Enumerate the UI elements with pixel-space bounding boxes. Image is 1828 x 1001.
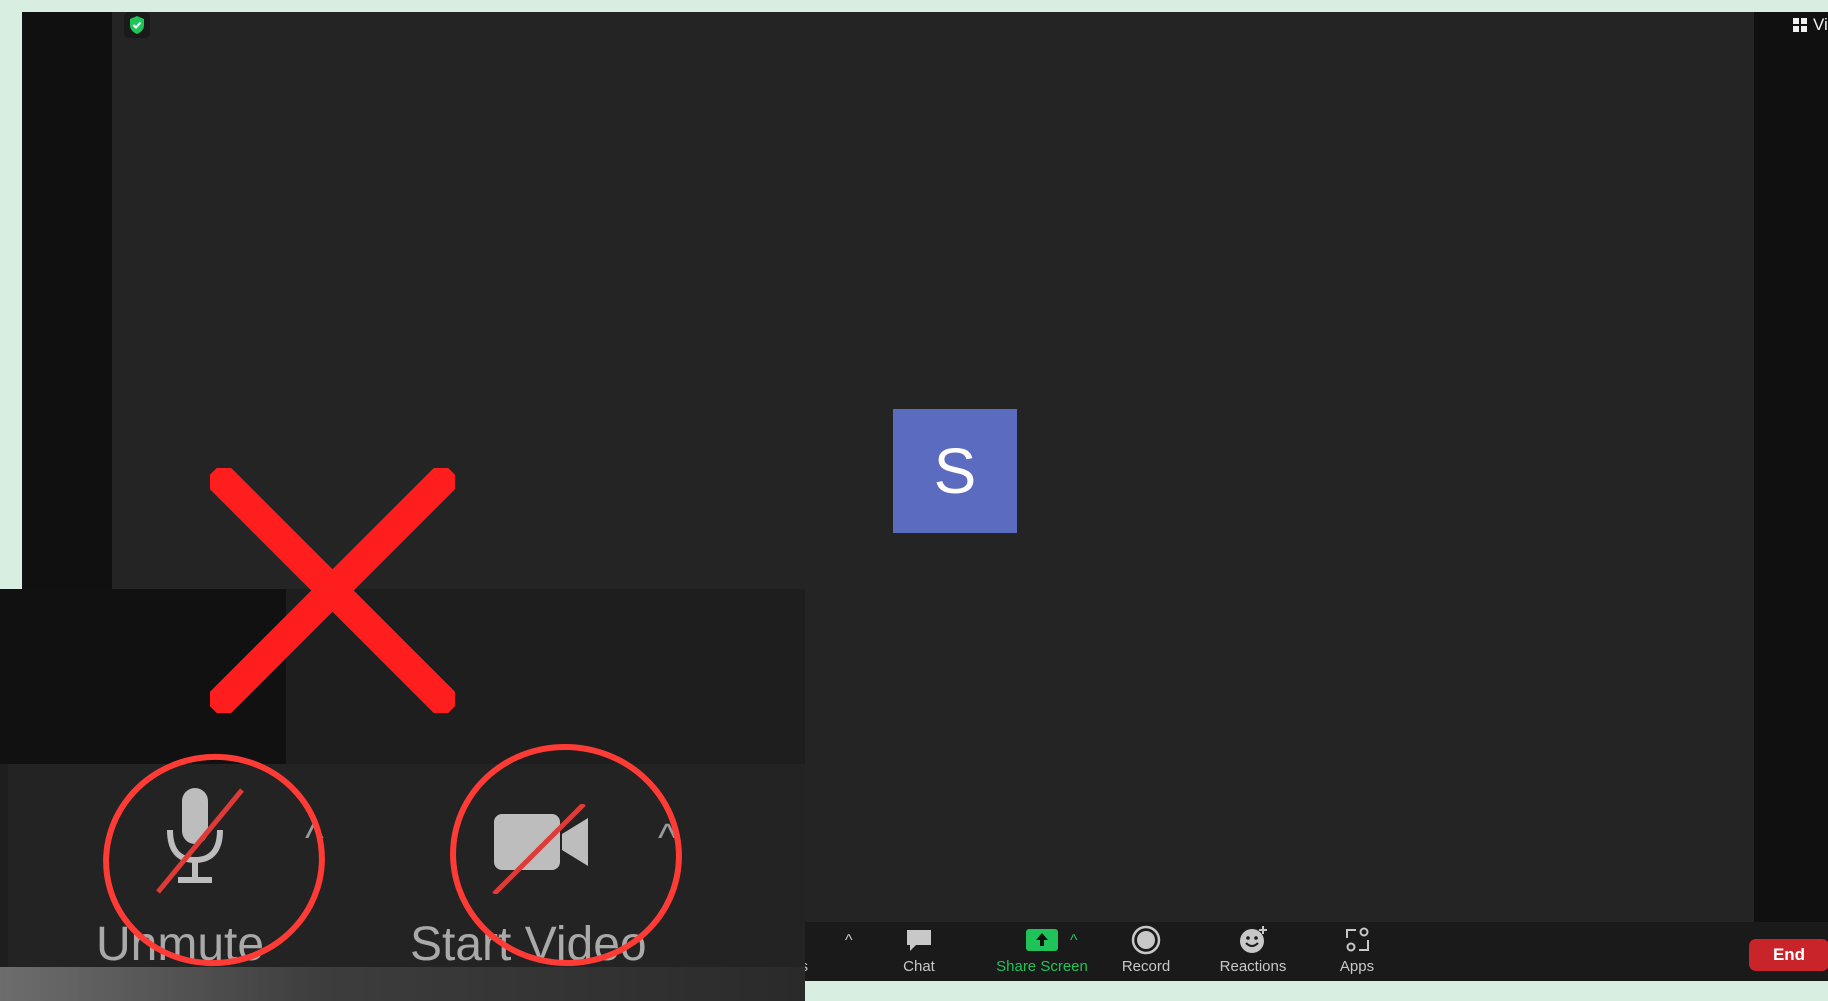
chat-button[interactable]: Chat: [864, 924, 974, 978]
callout-toolbar: ^ ^ Unmute Start Video: [8, 732, 805, 1001]
shield-check-icon[interactable]: [124, 12, 150, 38]
side-strip: [1754, 12, 1828, 981]
apps-button[interactable]: Apps: [1302, 924, 1412, 978]
view-button[interactable]: View: [1793, 12, 1828, 38]
view-label: View: [1813, 15, 1828, 34]
record-label: Record: [1121, 958, 1171, 975]
end-label: End: [1772, 945, 1806, 964]
apps-label: Apps: [1339, 958, 1375, 975]
grid-icon: [1793, 18, 1807, 32]
participants-chevron-up-icon[interactable]: ^: [845, 932, 853, 950]
record-button[interactable]: Record: [1091, 924, 1201, 978]
red-x-mark-icon: [210, 468, 455, 713]
callout-bottom-edge: [0, 967, 805, 1001]
reactions-icon: [1240, 926, 1267, 953]
background-band: [805, 981, 1828, 1001]
apps-icon: [1346, 927, 1369, 952]
share-screen-chevron-up-icon[interactable]: ^: [1070, 932, 1078, 950]
share-screen-button[interactable]: Share Screen: [977, 924, 1107, 978]
share-screen-icon: [1026, 929, 1058, 951]
share-screen-label: Share Screen: [996, 958, 1088, 975]
participant-avatar: S: [893, 409, 1017, 533]
end-meeting-button[interactable]: End: [1749, 939, 1828, 971]
reactions-button[interactable]: Reactions: [1198, 924, 1308, 978]
avatar-initial: S: [933, 435, 977, 507]
chat-label: Chat: [903, 958, 935, 975]
record-icon: [1131, 925, 1161, 955]
reactions-label: Reactions: [1219, 958, 1287, 975]
chat-bubble-icon: [907, 930, 931, 951]
